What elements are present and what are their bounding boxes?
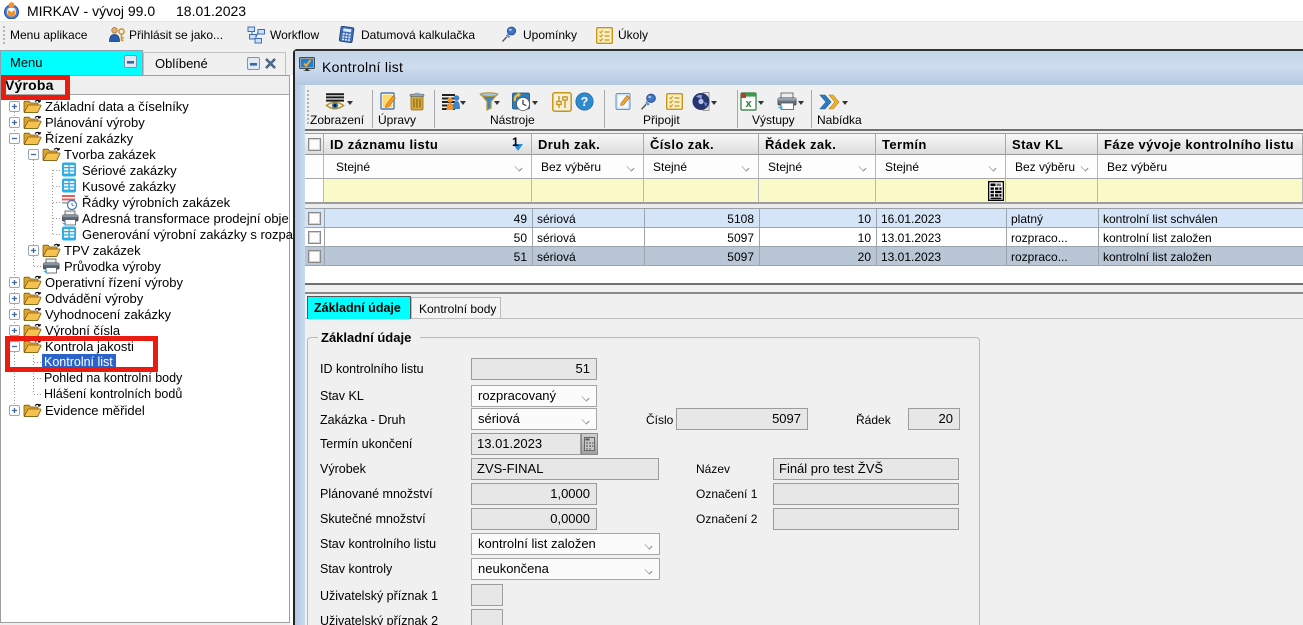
svg-text:?: ? xyxy=(581,95,589,109)
svg-text:x: x xyxy=(745,98,752,110)
